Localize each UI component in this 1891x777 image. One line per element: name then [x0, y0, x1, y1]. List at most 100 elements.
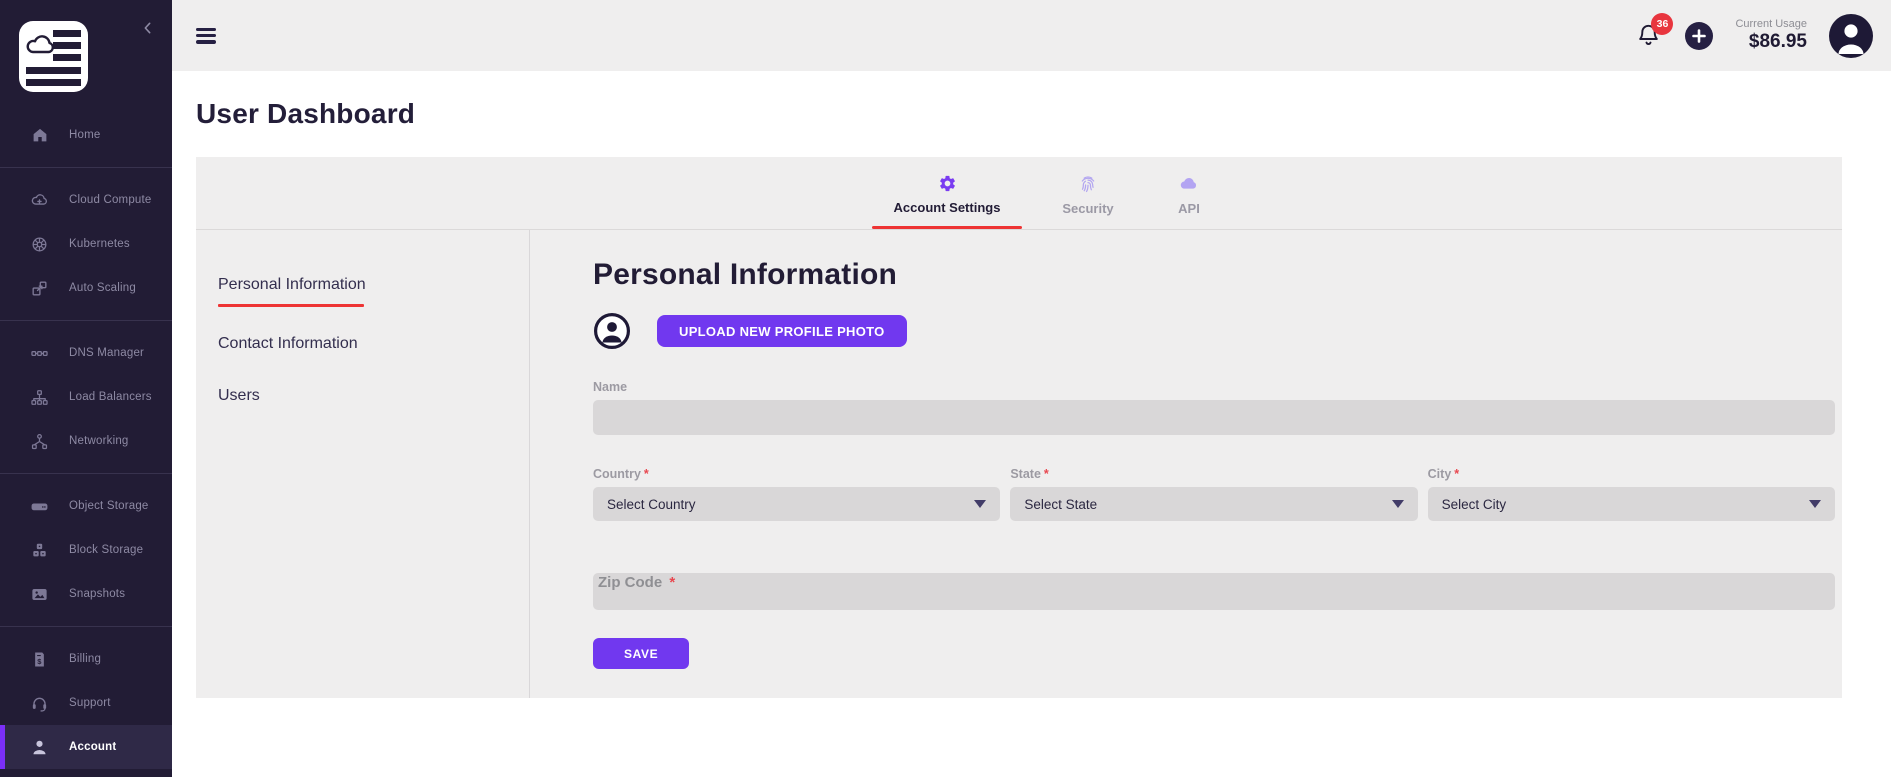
object-storage-icon [30, 497, 49, 516]
sidebar-item-label: Home [69, 129, 100, 141]
usage-amount: $86.95 [1735, 31, 1807, 53]
hamburger-icon [196, 28, 216, 31]
sidebar-item-kubernetes[interactable]: Kubernetes [0, 222, 172, 266]
tab-api[interactable]: API [1154, 157, 1224, 229]
menu-toggle-button[interactable] [196, 28, 216, 44]
dns-manager-icon [30, 344, 49, 363]
tabstrip: Account Settings Security [196, 157, 1842, 230]
sidebar-item-label: Block Storage [69, 544, 143, 556]
subnav-item-personal-information[interactable]: Personal Information [218, 276, 529, 307]
main-area: 36 Current Usage $86.95 User Dashboard [172, 0, 1891, 698]
sidebar-header [0, 0, 172, 113]
tab-account-settings[interactable]: Account Settings [872, 157, 1022, 229]
subnav-label: Contact Information [218, 335, 529, 353]
city-label: City* [1428, 467, 1835, 481]
subnav-item-contact-information[interactable]: Contact Information [218, 335, 529, 353]
notification-count-badge: 36 [1651, 13, 1673, 35]
profile-photo-placeholder-icon [593, 312, 631, 350]
settings-subnav: Personal Information Contact Information… [196, 230, 530, 698]
sidebar-item-dns-manager[interactable]: DNS Manager [0, 331, 172, 375]
state-select[interactable]: Select State [1010, 487, 1417, 521]
state-select-value: Select State [1024, 497, 1097, 512]
subnav-label: Personal Information [218, 276, 529, 294]
usage-label: Current Usage [1735, 18, 1807, 31]
billing-icon: $ [30, 650, 49, 669]
sidebar-divider [0, 626, 172, 627]
name-input[interactable] [593, 400, 1835, 435]
required-asterisk: * [644, 467, 649, 481]
title-band: User Dashboard [172, 71, 1891, 157]
active-subnav-underline [218, 304, 364, 307]
topbar: 36 Current Usage $86.95 [172, 0, 1891, 71]
upload-photo-button[interactable]: UPLOAD NEW PROFILE PHOTO [657, 315, 907, 347]
sidebar-item-label: Auto Scaling [69, 282, 136, 294]
topbar-right: 36 Current Usage $86.95 [1633, 14, 1873, 58]
gear-icon [938, 174, 957, 193]
load-balancers-icon [30, 388, 49, 407]
kubernetes-icon [30, 235, 49, 254]
sidebar-divider [0, 167, 172, 168]
required-asterisk: * [1454, 467, 1459, 481]
sidebar-item-cloud-compute[interactable]: Cloud Compute [0, 178, 172, 222]
sidebar-item-label: Cloud Compute [69, 194, 152, 206]
block-storage-icon [30, 541, 49, 560]
app-logo[interactable] [19, 21, 88, 97]
city-select-value: Select City [1442, 497, 1507, 512]
card-body: Personal Information Contact Information… [196, 230, 1842, 698]
country-select[interactable]: Select Country [593, 487, 1000, 521]
home-icon [30, 126, 49, 145]
sidebar-item-networking[interactable]: Networking [0, 419, 172, 463]
notifications-button[interactable]: 36 [1633, 21, 1663, 51]
sidebar-divider [0, 320, 172, 321]
sidebar-item-support[interactable]: Support [0, 681, 172, 725]
sidebar-item-label: Load Balancers [69, 391, 152, 403]
sidebar-item-home[interactable]: Home [0, 113, 172, 157]
page-title: User Dashboard [172, 71, 1891, 130]
dropdown-caret-icon [1392, 500, 1404, 508]
sidebar-item-account[interactable]: Account [0, 725, 172, 769]
user-avatar[interactable] [1829, 14, 1873, 58]
sidebar-collapse-button[interactable] [140, 20, 156, 41]
subnav-item-users[interactable]: Users [218, 387, 529, 405]
city-select[interactable]: Select City [1428, 487, 1835, 521]
sidebar-item-label: Account [69, 741, 116, 753]
auto-scaling-icon [30, 279, 49, 298]
subnav-label: Users [218, 387, 529, 405]
city-field-group: City* Select City [1428, 467, 1835, 521]
fingerprint-icon [1078, 174, 1098, 194]
chevron-left-icon [140, 20, 156, 36]
networking-icon [30, 432, 49, 451]
country-select-value: Select Country [607, 497, 696, 512]
sidebar-item-load-balancers[interactable]: Load Balancers [0, 375, 172, 419]
plus-icon [1692, 29, 1706, 43]
cloud-icon [1178, 174, 1200, 194]
personal-information-panel: Personal Information UPLOAD NEW PROFILE … [530, 230, 1842, 698]
sidebar-item-label: Object Storage [69, 500, 149, 512]
profile-photo-row: UPLOAD NEW PROFILE PHOTO [593, 312, 1835, 350]
cloud-logo-icon [19, 21, 88, 92]
sidebar-item-billing[interactable]: $ Billing [0, 637, 172, 681]
sidebar-item-auto-scaling[interactable]: Auto Scaling [0, 266, 172, 310]
current-usage: Current Usage $86.95 [1735, 18, 1807, 52]
location-selects-row: Country* Select Country State* Select St… [593, 467, 1835, 521]
account-person-icon [30, 738, 49, 757]
name-label: Name [593, 380, 1835, 394]
sidebar-item-label: Kubernetes [69, 238, 130, 250]
country-field-group: Country* Select Country [593, 467, 1000, 521]
zip-code-input[interactable] [593, 573, 1835, 610]
save-button[interactable]: SAVE [593, 638, 689, 669]
sidebar-item-object-storage[interactable]: Object Storage [0, 484, 172, 528]
svg-text:$: $ [37, 656, 42, 665]
avatar-person-icon [1829, 14, 1873, 58]
sidebar-item-snapshots[interactable]: Snapshots [0, 572, 172, 616]
cloud-compute-icon [30, 191, 49, 210]
add-button[interactable] [1685, 22, 1713, 50]
sidebar-item-block-storage[interactable]: Block Storage [0, 528, 172, 572]
snapshots-icon [30, 585, 49, 604]
sidebar-item-label: Snapshots [69, 588, 125, 600]
sidebar-item-label: Billing [69, 653, 101, 665]
tab-security[interactable]: Security [1038, 157, 1138, 229]
section-heading: Personal Information [593, 258, 1835, 292]
state-label: State* [1010, 467, 1417, 481]
sidebar-divider [0, 473, 172, 474]
